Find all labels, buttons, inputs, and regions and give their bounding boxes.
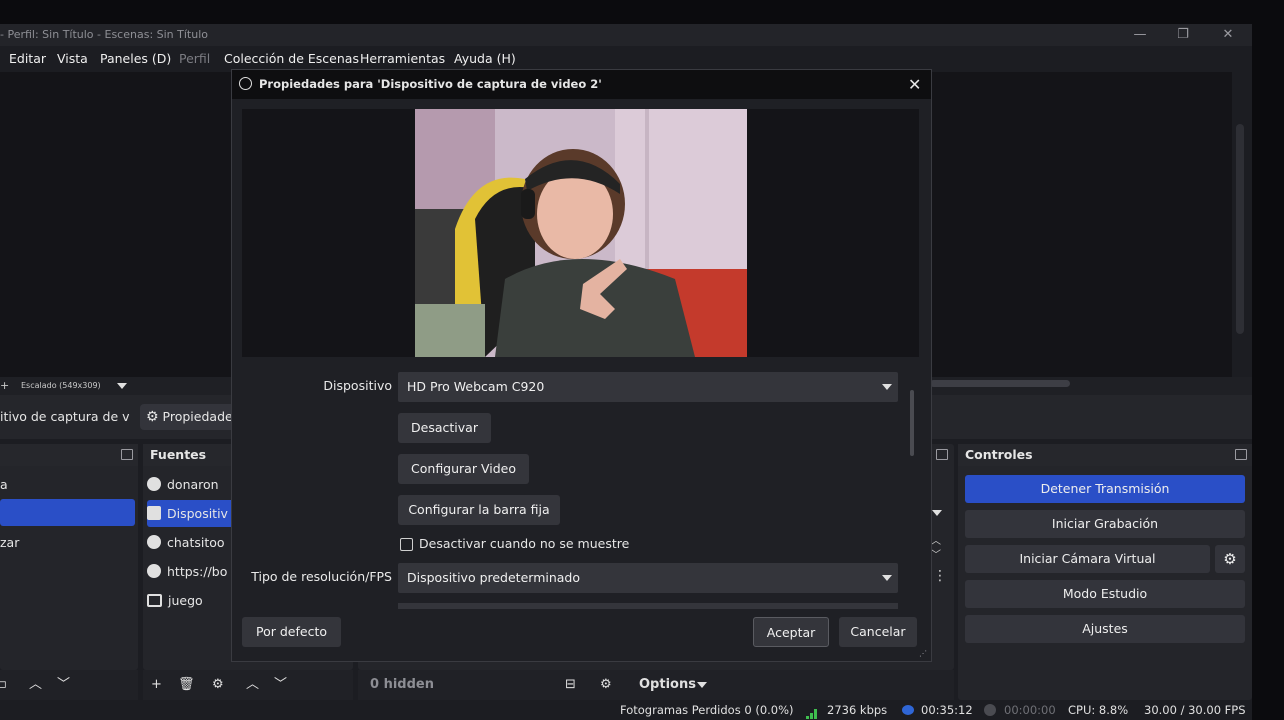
layout-icon[interactable]: ⊟ <box>565 670 576 700</box>
menu-editar[interactable]: Editar <box>9 46 46 72</box>
record-status-icon <box>984 704 996 716</box>
properties-label: Propiedades <box>162 409 240 424</box>
preview-vertical-scrollbar[interactable] <box>1236 124 1244 334</box>
gear-icon: ⚙ <box>146 409 159 425</box>
undock-icon[interactable] <box>1235 449 1247 460</box>
camera-icon <box>147 506 161 520</box>
transition-dropdown-icon[interactable] <box>932 510 942 516</box>
source-label: chatsitoo <box>167 535 225 550</box>
start-recording-button[interactable]: Iniciar Grabación <box>965 510 1245 538</box>
stream-time: 00:35:12 <box>921 703 973 717</box>
menu-paneles[interactable]: Paneles (D) <box>100 46 171 72</box>
move-down-icon[interactable]: ﹀ <box>57 670 70 700</box>
options-dropdown-icon[interactable] <box>697 682 707 688</box>
device-value: HD Pro Webcam C920 <box>407 379 545 394</box>
maximize-button[interactable]: ❐ <box>1163 24 1203 46</box>
next-field-partial <box>398 603 898 609</box>
configure-video-button[interactable]: Configurar Video <box>398 454 529 484</box>
resolution-type-value: Dispositivo predeterminado <box>407 570 581 585</box>
mixer-footer: 0 hidden ⊟ ⚙ Options <box>358 670 954 700</box>
minimize-button[interactable]: — <box>1120 24 1160 46</box>
remove-source-icon[interactable]: 🗑 <box>178 670 195 700</box>
menu-vista[interactable]: Vista <box>57 46 88 72</box>
browser-source-icon <box>147 535 161 549</box>
undock-icon[interactable] <box>936 449 948 460</box>
scenes-footer: ▫ ︿ ﹀ <box>0 670 138 700</box>
configure-crossbar-button[interactable]: Configurar la barra fija <box>398 495 560 525</box>
resolution-type-label: Tipo de resolución/FPS <box>251 569 392 584</box>
selected-source-name: itivo de captura de v <box>0 409 130 424</box>
fps-readout: 30.00 / 30.00 FPS <box>1144 703 1246 717</box>
stream-status-icon <box>902 705 914 715</box>
chevron-down-icon <box>882 384 892 390</box>
source-label: donaron <box>167 477 219 492</box>
dialog-title: Propiedades para 'Dispositivo de captura… <box>259 77 602 91</box>
cancel-button[interactable]: Cancelar <box>839 617 917 647</box>
move-down-icon[interactable]: ﹀ <box>274 670 287 700</box>
deactivate-when-hidden-checkbox[interactable] <box>400 538 413 551</box>
source-label: https://bo <box>167 564 228 579</box>
sources-footer: + 🗑 ⚙ ︿ ﹀ <box>143 670 353 700</box>
scene-item[interactable]: zar <box>0 529 134 556</box>
deactivate-button[interactable]: Desactivar <box>398 413 491 443</box>
window-title: - Perfil: Sin Título - Escenas: Sin Títu… <box>0 28 208 41</box>
options-label: Options <box>639 677 696 692</box>
deactivate-when-hidden-label: Desactivar cuando no se muestre <box>419 536 630 551</box>
advanced-audio-icon[interactable]: ⚙ <box>600 670 612 700</box>
scale-label: Escalado (549x309) <box>21 381 101 390</box>
source-settings-icon[interactable]: ⚙ <box>212 670 224 700</box>
ok-button[interactable]: Aceptar <box>753 617 829 647</box>
more-vertical-icon[interactable]: ⋮ <box>933 568 947 584</box>
scenes-dock: a zar <box>0 444 138 670</box>
hidden-count: 0 hidden <box>370 677 434 692</box>
device-label: Dispositivo <box>323 378 392 393</box>
spin-up-icon[interactable]: ︿ <box>931 532 941 547</box>
plus-icon[interactable]: + <box>0 377 9 395</box>
scenes-dock-header <box>0 444 138 466</box>
scene-item[interactable]: a <box>0 471 134 498</box>
defaults-button[interactable]: Por defecto <box>242 617 341 647</box>
dialog-title-bar: Propiedades para 'Dispositivo de captura… <box>232 70 931 99</box>
dialog-scrollbar[interactable] <box>910 390 914 456</box>
scale-dropdown-icon[interactable] <box>117 383 127 389</box>
record-time: 00:00:00 <box>1004 703 1056 717</box>
resolution-type-select[interactable]: Dispositivo predeterminado <box>398 563 898 593</box>
move-up-icon[interactable]: ︿ <box>29 670 42 700</box>
browser-source-icon <box>147 564 161 578</box>
resize-grip-icon[interactable]: ⋰ <box>919 649 927 658</box>
start-virtual-camera-button[interactable]: Iniciar Cámara Virtual <box>965 545 1210 573</box>
spin-down-icon[interactable]: ﹀ <box>931 546 941 561</box>
properties-dialog: Propiedades para 'Dispositivo de captura… <box>231 69 932 662</box>
chevron-down-icon <box>882 575 892 581</box>
bitrate-signal-icon <box>806 705 820 719</box>
obs-logo-icon <box>239 77 252 90</box>
bitrate: 2736 kbps <box>827 703 888 717</box>
add-source-icon[interactable]: + <box>151 670 162 700</box>
settings-button[interactable]: Ajustes <box>965 615 1245 643</box>
status-bar: Fotogramas Perdidos 0 (0.0%) 2736 kbps 0… <box>0 700 1252 720</box>
controls-dock-title: Controles <box>958 444 1252 466</box>
scene-item-selected[interactable] <box>0 499 135 526</box>
virtual-camera-settings-icon[interactable]: ⚙ <box>1215 545 1245 573</box>
dialog-preview <box>242 109 919 357</box>
display-capture-icon <box>147 594 162 607</box>
source-label: Dispositiv <box>167 506 228 521</box>
cpu-usage: CPU: 8.8% <box>1068 703 1129 717</box>
menu-perfil[interactable]: Perfil <box>179 46 210 72</box>
move-up-icon[interactable]: ︿ <box>246 670 259 700</box>
studio-mode-button[interactable]: Modo Estudio <box>965 580 1245 608</box>
device-select[interactable]: HD Pro Webcam C920 <box>398 372 898 402</box>
dropped-frames: Fotogramas Perdidos 0 (0.0%) <box>620 703 794 717</box>
source-label: juego <box>168 593 203 608</box>
title-bar: - Perfil: Sin Título - Escenas: Sin Títu… <box>0 24 1252 46</box>
close-dialog-icon[interactable]: ✕ <box>908 70 921 99</box>
undock-icon[interactable] <box>121 449 133 460</box>
webcam-feed <box>415 109 747 357</box>
close-window-button[interactable]: ✕ <box>1208 24 1248 46</box>
stop-stream-button[interactable]: Detener Transmisión <box>965 475 1245 503</box>
browser-source-icon <box>147 477 161 491</box>
options-button[interactable]: Options <box>626 670 696 700</box>
filter-icon[interactable]: ▫ <box>0 670 7 700</box>
preview-horizontal-scrollbar[interactable] <box>930 380 1070 387</box>
